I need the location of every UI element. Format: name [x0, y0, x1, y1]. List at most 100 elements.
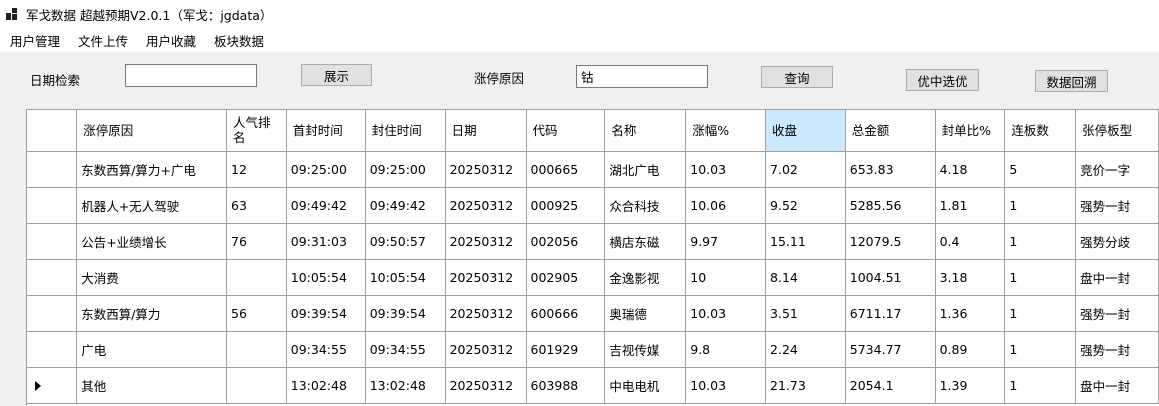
table-row[interactable]: 东数西算/算力+广电 12 09:25:00 09:25:00 20250312 0006…: [27, 151, 1159, 188]
table-row[interactable]: 公告+业绩增长 76 09:31:03 09:50:57 20250312 002056 横…: [27, 223, 1159, 260]
table-cell[interactable]: 10.03: [685, 367, 767, 404]
table-cell[interactable]: 大消费: [76, 259, 228, 296]
table-cell[interactable]: 3.51: [765, 295, 846, 332]
table-row[interactable]: 广电 09:34:55 09:34:55 20250312 601929 吉视传媒 9.8 2…: [27, 331, 1159, 368]
row-header[interactable]: [27, 223, 78, 260]
table-cell[interactable]: 12: [226, 151, 287, 188]
table-cell[interactable]: 1: [1004, 259, 1077, 296]
table-cell[interactable]: 5734.77: [845, 331, 936, 368]
table-cell[interactable]: 09:34:55: [286, 331, 366, 368]
table-cell[interactable]: 金逸影视: [604, 259, 687, 296]
table-cell[interactable]: 10.03: [685, 295, 767, 332]
column-header[interactable]: 首封时间: [286, 110, 366, 152]
menu-user-management[interactable]: 用户管理: [0, 31, 68, 50]
table-cell[interactable]: 20250312: [445, 331, 527, 368]
table-cell[interactable]: 0.89: [935, 331, 1006, 368]
table-cell[interactable]: 20250312: [445, 151, 527, 188]
table-cell[interactable]: 09:25:00: [365, 151, 446, 188]
table-cell[interactable]: 7.02: [765, 151, 846, 188]
table-cell[interactable]: 63: [226, 187, 287, 224]
table-cell[interactable]: 10.06: [685, 187, 767, 224]
table-cell[interactable]: 9.97: [685, 223, 767, 260]
table-cell[interactable]: 9.8: [685, 331, 767, 368]
table-cell[interactable]: 603988: [526, 367, 606, 404]
table-cell[interactable]: 众合科技: [604, 187, 687, 224]
table-cell[interactable]: 002056: [526, 223, 606, 260]
table-cell[interactable]: 8.14: [765, 259, 846, 296]
table-cell[interactable]: 20250312: [445, 259, 527, 296]
table-cell[interactable]: 机器人+无人驾驶: [76, 187, 228, 224]
table-cell[interactable]: 09:34:55: [365, 331, 446, 368]
table-cell[interactable]: 1: [1004, 295, 1077, 332]
table-cell[interactable]: [226, 367, 287, 404]
table-cell[interactable]: 09:50:57: [365, 223, 446, 260]
table-cell[interactable]: 强势一封: [1075, 331, 1159, 368]
query-button[interactable]: 查询: [761, 66, 833, 88]
date-search-input[interactable]: [125, 64, 257, 87]
table-cell[interactable]: 56: [226, 295, 287, 332]
menu-file-upload[interactable]: 文件上传: [68, 31, 136, 50]
table-cell[interactable]: 5285.56: [845, 187, 936, 224]
column-header[interactable]: 总金额: [845, 110, 936, 152]
table-cell[interactable]: 000925: [526, 187, 606, 224]
table-cell[interactable]: 1: [1004, 223, 1077, 260]
table-row[interactable]: 东数西算/算力 56 09:39:54 09:39:54 20250312 600666 奥…: [27, 295, 1159, 332]
table-cell[interactable]: 5: [1004, 151, 1077, 188]
table-cell[interactable]: 公告+业绩增长: [76, 223, 228, 260]
row-header[interactable]: [27, 187, 78, 224]
table-cell[interactable]: 奥瑞德: [604, 295, 687, 332]
table-cell[interactable]: 横店东磁: [604, 223, 687, 260]
table-cell[interactable]: 20250312: [445, 367, 527, 404]
table-row[interactable]: 机器人+无人驾驶 63 09:49:42 09:49:42 20250312 000925…: [27, 187, 1159, 224]
table-cell[interactable]: 10.03: [685, 151, 767, 188]
menu-user-favorites[interactable]: 用户收藏: [136, 31, 204, 50]
table-cell[interactable]: 6711.17: [845, 295, 936, 332]
table-row[interactable]: 其他 13:02:48 13:02:48 20250312 603988 中电电机 10.0…: [27, 367, 1159, 404]
table-cell[interactable]: 东数西算/算力: [76, 295, 228, 332]
column-header[interactable]: 连板数: [1004, 110, 1077, 152]
row-header[interactable]: [27, 367, 78, 404]
table-cell[interactable]: 000665: [526, 151, 606, 188]
table-cell[interactable]: 13:02:48: [365, 367, 446, 404]
column-header[interactable]: 涨停原因: [76, 110, 228, 152]
column-header[interactable]: 人气排名: [226, 110, 287, 152]
table-cell[interactable]: 1: [1004, 367, 1077, 404]
table-cell[interactable]: 600666: [526, 295, 606, 332]
table-cell[interactable]: 中电电机: [604, 367, 687, 404]
table-cell[interactable]: 其他: [76, 367, 228, 404]
table-cell[interactable]: 20250312: [445, 223, 527, 260]
table-cell[interactable]: [226, 259, 287, 296]
table-cell[interactable]: 002905: [526, 259, 606, 296]
table-cell[interactable]: 1: [1004, 331, 1077, 368]
table-cell[interactable]: 09:39:54: [286, 295, 366, 332]
table-cell[interactable]: 吉视传媒: [604, 331, 687, 368]
column-header[interactable]: 张停板型: [1075, 110, 1159, 152]
table-cell[interactable]: 653.83: [845, 151, 936, 188]
table-cell[interactable]: 3.18: [935, 259, 1006, 296]
table-cell[interactable]: 601929: [526, 331, 606, 368]
table-cell[interactable]: 1: [1004, 187, 1077, 224]
table-cell[interactable]: 09:49:42: [286, 187, 366, 224]
table-cell[interactable]: 强势分歧: [1075, 223, 1159, 260]
table-cell[interactable]: 10:05:54: [286, 259, 366, 296]
table-cell[interactable]: 2054.1: [845, 367, 936, 404]
column-header[interactable]: 收盘: [765, 110, 846, 152]
table-cell[interactable]: 强势一封: [1075, 187, 1159, 224]
table-cell[interactable]: 1004.51: [845, 259, 936, 296]
table-cell[interactable]: 2.24: [765, 331, 846, 368]
table-cell[interactable]: 20250312: [445, 187, 527, 224]
table-cell[interactable]: 广电: [76, 331, 228, 368]
table-cell[interactable]: 09:39:54: [365, 295, 446, 332]
column-header[interactable]: 封单比%: [935, 110, 1006, 152]
show-button[interactable]: 展示: [301, 64, 372, 86]
table-cell[interactable]: 盘中一封: [1075, 259, 1159, 296]
row-header[interactable]: [27, 151, 78, 188]
table-cell[interactable]: 东数西算/算力+广电: [76, 151, 228, 188]
table-cell[interactable]: 0.4: [935, 223, 1006, 260]
column-header[interactable]: 封住时间: [365, 110, 446, 152]
data-backtrack-button[interactable]: 数据回溯: [1035, 70, 1108, 92]
table-cell[interactable]: 09:25:00: [286, 151, 366, 188]
table-cell[interactable]: 1.81: [935, 187, 1006, 224]
table-cell[interactable]: 76: [226, 223, 287, 260]
table-cell[interactable]: 1.36: [935, 295, 1006, 332]
